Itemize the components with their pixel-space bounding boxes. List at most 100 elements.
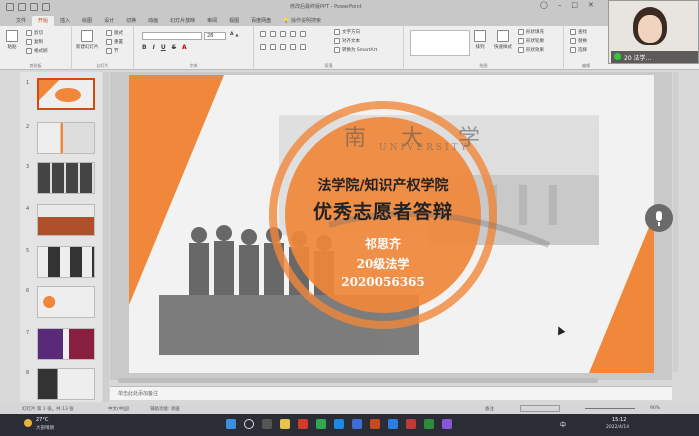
align-text-button[interactable]: 对齐文本 bbox=[334, 38, 360, 44]
layout-icon bbox=[106, 30, 112, 36]
slide-thumb-2[interactable] bbox=[37, 122, 95, 154]
word-icon[interactable] bbox=[352, 419, 362, 429]
tab-draw[interactable]: 绘图 bbox=[76, 16, 98, 26]
undo-icon[interactable] bbox=[30, 3, 38, 11]
tab-slideshow[interactable]: 幻灯片放映 bbox=[164, 16, 201, 26]
text-direction-button[interactable]: 文字方向 bbox=[334, 29, 360, 35]
text-direction-icon bbox=[334, 29, 340, 35]
chrome-icon[interactable] bbox=[316, 419, 326, 429]
cut-button[interactable]: 剪切 bbox=[26, 30, 43, 36]
slide-thumb-8[interactable] bbox=[37, 368, 95, 400]
current-slide[interactable]: 南 大 学 UNIVERSITY 法学院/知识产权学院 优秀志愿者答辩 祁思齐 … bbox=[129, 75, 654, 373]
netease-icon[interactable] bbox=[406, 419, 416, 429]
tab-view[interactable]: 视图 bbox=[223, 16, 245, 26]
slide-thumb-3[interactable] bbox=[37, 162, 95, 194]
paste-button[interactable]: 粘贴 bbox=[6, 30, 18, 50]
replace-button[interactable]: 替换 bbox=[570, 38, 587, 44]
slide-thumb-7[interactable] bbox=[37, 328, 95, 360]
tab-baidu[interactable]: 百度网盘 bbox=[245, 16, 277, 26]
zoom-slider[interactable] bbox=[585, 408, 635, 409]
new-slide-button[interactable]: 新建幻灯片 bbox=[76, 30, 99, 50]
slide-thumb-4[interactable] bbox=[37, 204, 95, 236]
video-call-overlay[interactable]: 20 法学... bbox=[608, 0, 699, 64]
align-right-icon[interactable] bbox=[280, 44, 286, 50]
thumbnails-scrollbar[interactable] bbox=[103, 72, 109, 402]
view-buttons[interactable] bbox=[520, 405, 560, 412]
notes-toggle[interactable]: 备注 bbox=[485, 406, 494, 412]
arrange-button[interactable]: 排列 bbox=[474, 30, 486, 50]
wechat-icon[interactable] bbox=[424, 419, 434, 429]
tab-design[interactable]: 设计 bbox=[98, 16, 120, 26]
font-size-box[interactable]: 28 bbox=[204, 32, 226, 40]
font-color-button[interactable]: A bbox=[182, 44, 187, 51]
layout-button[interactable]: 版式 bbox=[106, 30, 123, 36]
strike-button[interactable]: S bbox=[172, 44, 176, 51]
maximize-icon[interactable]: □ bbox=[571, 1, 578, 9]
close-icon[interactable]: ✕ bbox=[588, 1, 594, 9]
meeting-icon[interactable] bbox=[388, 419, 398, 429]
slide-thumb-1[interactable] bbox=[37, 78, 95, 110]
horizontal-scrollbar[interactable] bbox=[118, 378, 598, 383]
align-left-icon[interactable] bbox=[260, 44, 266, 50]
language-status[interactable]: 中文(中国) bbox=[108, 406, 130, 412]
bullets-icon[interactable] bbox=[260, 31, 266, 37]
notes-pane[interactable]: 单击此处添加备注 bbox=[110, 386, 672, 400]
tab-transitions[interactable]: 切换 bbox=[120, 16, 142, 26]
line-spacing-icon[interactable] bbox=[300, 31, 306, 37]
tell-me-search[interactable]: 💡 操作说明搜索 bbox=[277, 16, 327, 26]
copy-button[interactable]: 复制 bbox=[26, 39, 43, 45]
app-icon[interactable] bbox=[442, 419, 452, 429]
save-icon[interactable] bbox=[18, 3, 26, 11]
zoom-level[interactable]: 90% bbox=[650, 406, 660, 411]
edge-icon[interactable] bbox=[334, 419, 344, 429]
italic-button[interactable]: I bbox=[153, 44, 155, 51]
weather-desc[interactable]: 大部晴朗 bbox=[36, 425, 54, 431]
microphone-icon[interactable] bbox=[645, 204, 673, 232]
account-icon[interactable]: ◯ bbox=[540, 1, 548, 9]
slide-thumb-6[interactable] bbox=[37, 286, 95, 318]
find-button[interactable]: 查找 bbox=[570, 29, 587, 35]
reset-button[interactable]: 重置 bbox=[106, 39, 123, 45]
start-icon[interactable] bbox=[226, 419, 236, 429]
minimize-icon[interactable]: – bbox=[558, 1, 562, 9]
section-button[interactable]: 节 bbox=[106, 48, 119, 54]
powerpoint-icon[interactable] bbox=[370, 419, 380, 429]
tab-insert[interactable]: 插入 bbox=[54, 16, 76, 26]
search-icon[interactable] bbox=[244, 419, 254, 429]
justify-icon[interactable] bbox=[290, 44, 296, 50]
accessibility-status[interactable]: 辅助功能: 调查 bbox=[150, 406, 180, 412]
shape-fill-button[interactable]: 形状填充 bbox=[518, 29, 544, 35]
file-explorer-icon[interactable] bbox=[280, 419, 290, 429]
vertical-scrollbar[interactable] bbox=[673, 72, 678, 372]
clock-time[interactable]: 15:12 bbox=[612, 417, 626, 423]
font-name-box[interactable] bbox=[142, 32, 202, 40]
underline-button[interactable]: U bbox=[161, 44, 166, 51]
shape-effects-button[interactable]: 形状效果 bbox=[518, 47, 544, 53]
redo-icon[interactable] bbox=[42, 3, 50, 11]
tab-file[interactable]: 文件 bbox=[10, 16, 32, 26]
numbering-icon[interactable] bbox=[270, 31, 276, 37]
tab-home[interactable]: 开始 bbox=[32, 16, 55, 26]
clock-date[interactable]: 2022/4/14 bbox=[606, 425, 629, 430]
indent-decrease-icon[interactable] bbox=[280, 31, 286, 37]
autosave-icon[interactable] bbox=[6, 3, 14, 11]
grow-font-button[interactable]: A ▲ bbox=[230, 32, 238, 37]
orange-corner-shape bbox=[129, 75, 224, 305]
columns-icon[interactable] bbox=[300, 44, 306, 50]
shape-outline-button[interactable]: 形状轮廓 bbox=[518, 38, 544, 44]
smartart-button[interactable]: 转换为 SmartArt bbox=[334, 47, 377, 53]
tab-review[interactable]: 审阅 bbox=[201, 16, 223, 26]
bold-button[interactable]: B bbox=[142, 44, 147, 51]
format-painter-button[interactable]: 格式刷 bbox=[26, 48, 48, 54]
weather-temp[interactable]: 27°C bbox=[36, 417, 48, 423]
indent-increase-icon[interactable] bbox=[290, 31, 296, 37]
select-button[interactable]: 选择 bbox=[570, 47, 587, 53]
quick-styles-button[interactable]: 快速样式 bbox=[494, 30, 512, 50]
align-center-icon[interactable] bbox=[270, 44, 276, 50]
acrobat-icon[interactable] bbox=[298, 419, 308, 429]
task-view-icon[interactable] bbox=[262, 419, 272, 429]
slide-thumb-5[interactable] bbox=[37, 246, 95, 278]
shapes-gallery[interactable] bbox=[410, 30, 470, 56]
ime-indicator[interactable]: 中 bbox=[560, 420, 566, 429]
tab-animations[interactable]: 动画 bbox=[142, 16, 164, 26]
